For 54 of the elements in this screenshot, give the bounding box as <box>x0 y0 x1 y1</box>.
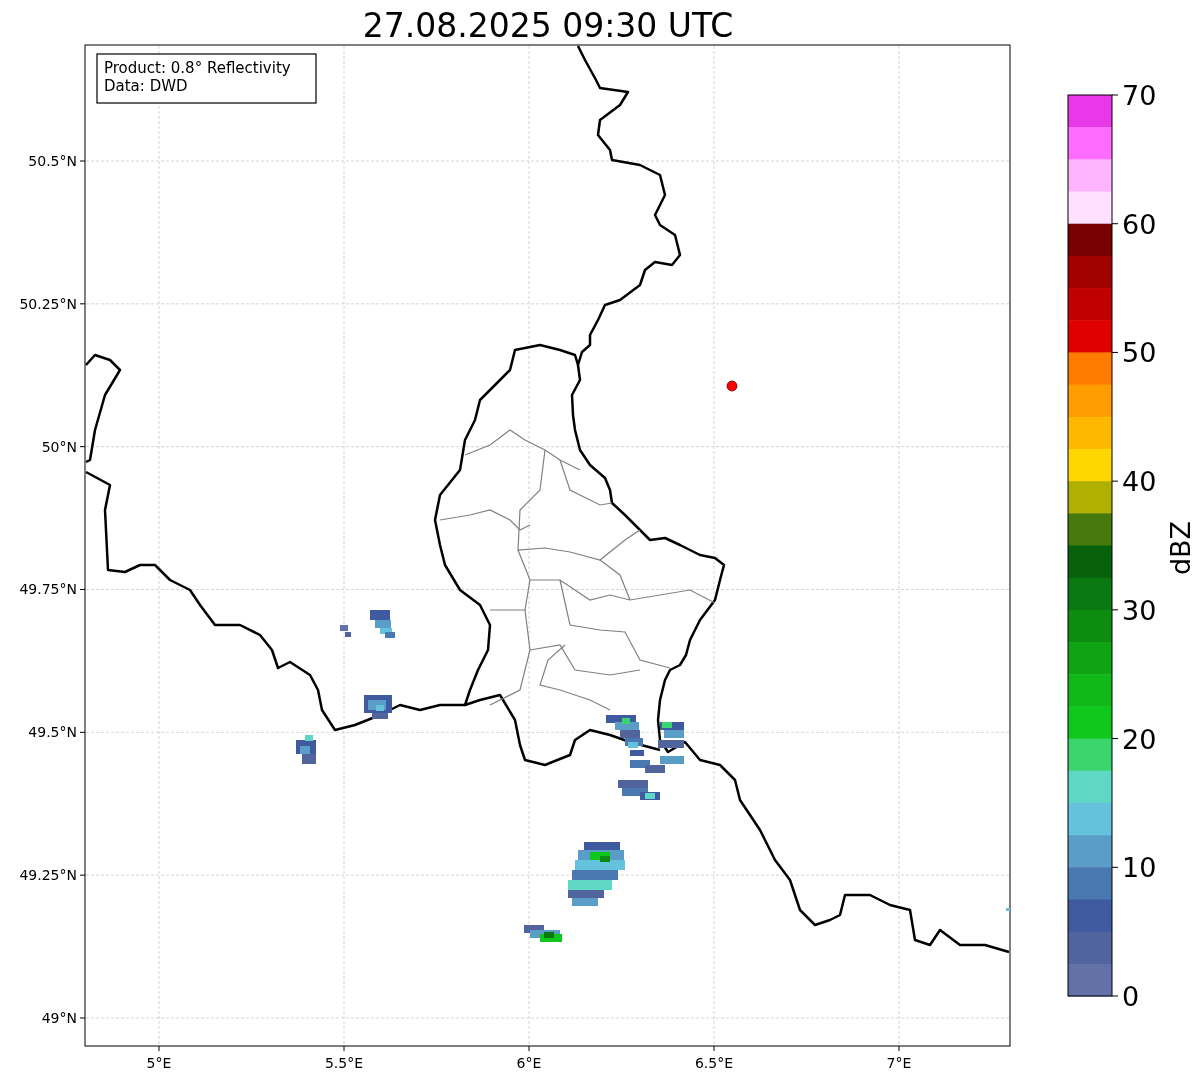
latitude-label: 49°N <box>41 1010 77 1026</box>
longitude-label: 6°E <box>516 1055 542 1071</box>
tick-mark <box>79 303 86 305</box>
colorbar-axis-label: dBZ <box>1165 520 1196 576</box>
tick-mark <box>1111 609 1119 611</box>
radar-echo <box>296 735 316 764</box>
tick-mark <box>898 1045 900 1052</box>
tick-mark <box>1111 995 1119 997</box>
tick-mark <box>79 874 86 876</box>
colorbar-tick-label: 0 <box>1122 981 1140 1012</box>
tick-mark <box>1111 480 1119 482</box>
latitude-label: 50°N <box>41 438 77 455</box>
latitude-label: 49.5°N <box>28 724 77 741</box>
tick-mark <box>158 1045 160 1052</box>
colorbar-tick-label: 30 <box>1122 594 1157 626</box>
info-text: Product: 0.8° Reflectivity <box>104 59 291 77</box>
tick-mark <box>1111 223 1119 225</box>
tick-mark <box>79 1017 86 1019</box>
tick-mark <box>79 160 86 162</box>
tick-mark <box>528 1045 530 1052</box>
tick-mark <box>1111 351 1119 353</box>
radar-echo <box>1006 908 1010 911</box>
radar-echo <box>524 925 562 942</box>
tick-mark <box>1111 94 1119 96</box>
latitude-label: 49.75°N <box>19 581 77 598</box>
colorbar-tick-label: 70 <box>1122 80 1157 111</box>
longitude-label: 5.5°E <box>324 1055 364 1071</box>
tick-mark <box>1111 738 1119 740</box>
colorbar-tick-label: 10 <box>1122 852 1157 884</box>
colorbar-tick-label: 40 <box>1122 466 1157 498</box>
radar-echo <box>568 842 625 906</box>
tick-mark <box>343 1045 345 1052</box>
tick-mark <box>79 589 86 590</box>
radar-echo <box>630 722 684 773</box>
colorbar-tick-label: 60 <box>1122 208 1157 240</box>
radar-echo <box>364 695 392 719</box>
longitude-label: 6.5°E <box>694 1055 734 1071</box>
radar-site-marker <box>726 380 738 392</box>
latitude-label: 50.25°N <box>19 295 77 312</box>
longitude-label: 5°E <box>146 1055 172 1071</box>
colorbar-tick-label: 20 <box>1122 723 1157 755</box>
latitude-label: 49.25°N <box>19 867 77 884</box>
chart-title: 27.08.2025 09:30 UTC <box>362 6 734 45</box>
latitude-label: 50.5°N <box>28 153 77 169</box>
tick-mark <box>79 731 86 733</box>
tick-mark <box>713 1045 715 1052</box>
info-text: Data: DWD <box>104 77 188 95</box>
colorbar-tick-label: 50 <box>1122 337 1157 369</box>
tick-mark <box>1111 866 1119 868</box>
radar-echo <box>618 780 660 800</box>
tick-mark <box>79 446 86 448</box>
radar-echo <box>606 715 644 756</box>
radar-echo <box>340 610 395 638</box>
longitude-label: 7°E <box>886 1055 912 1071</box>
